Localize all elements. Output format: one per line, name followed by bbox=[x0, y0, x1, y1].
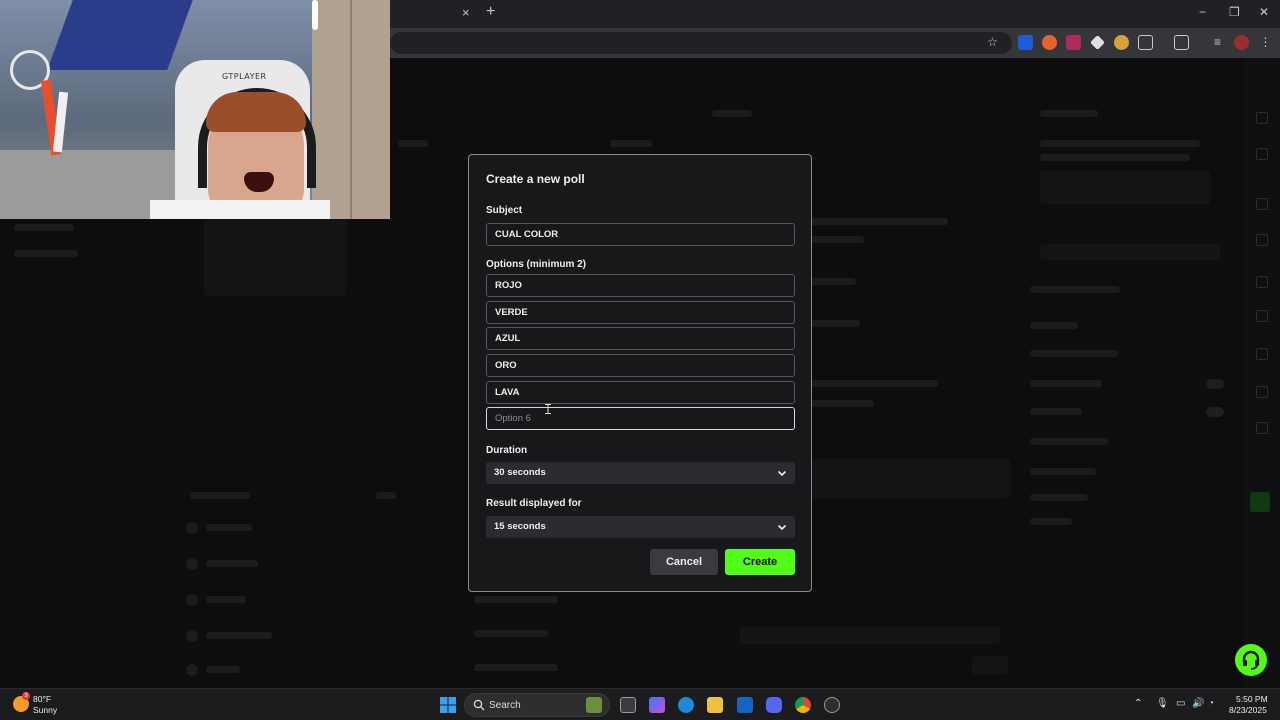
option-input-5[interactable] bbox=[486, 381, 795, 404]
volume-icon[interactable]: 🔊 bbox=[1192, 698, 1204, 709]
option-input-1[interactable] bbox=[486, 274, 795, 297]
duration-label: Duration bbox=[486, 445, 528, 456]
notifications-icon[interactable]: ◔ bbox=[1208, 698, 1214, 709]
create-poll-modal: Create a new poll Subject Options (minim… bbox=[468, 154, 812, 592]
option-input-4[interactable] bbox=[486, 354, 795, 377]
weather-temperature[interactable]: 80°F bbox=[33, 694, 51, 704]
duration-value: 30 seconds bbox=[494, 467, 546, 478]
restore-button[interactable]: ❐ bbox=[1229, 5, 1240, 19]
extension-orange-icon[interactable] bbox=[1042, 35, 1057, 50]
windows-start-icon[interactable] bbox=[440, 697, 456, 713]
side-panel-icon[interactable] bbox=[1174, 35, 1189, 50]
network-icon[interactable]: ▭ bbox=[1176, 698, 1185, 709]
extensions-puzzle-icon[interactable] bbox=[1138, 35, 1153, 50]
browser-menu-icon[interactable]: ⋮ bbox=[1258, 35, 1273, 50]
cancel-button[interactable]: Cancel bbox=[650, 549, 718, 575]
close-window-button[interactable]: ✕ bbox=[1259, 5, 1269, 19]
chair-brand-text: GTPLAYER bbox=[222, 72, 267, 81]
subject-input[interactable] bbox=[486, 223, 795, 246]
option-input-2[interactable] bbox=[486, 301, 795, 324]
extension-game-icon[interactable] bbox=[1066, 35, 1081, 50]
search-icon bbox=[473, 699, 485, 711]
subject-label: Subject bbox=[486, 205, 523, 216]
task-view-icon[interactable] bbox=[620, 697, 636, 713]
windows-taskbar: 3 80°F Sunny Search ⌃ 🎙 ▭ 🔊 ◔ 5:50 PM 8/… bbox=[0, 688, 1280, 720]
bookmark-star-icon[interactable]: ☆ bbox=[985, 35, 1000, 50]
result-duration-select[interactable]: 15 seconds bbox=[486, 516, 795, 538]
stream-preview-thumbnail bbox=[204, 218, 346, 296]
new-tab-button[interactable]: + bbox=[486, 3, 495, 21]
chevron-down-icon bbox=[777, 524, 787, 531]
headset-icon bbox=[1242, 650, 1260, 670]
weather-condition[interactable]: Sunny bbox=[33, 705, 57, 715]
result-duration-value: 15 seconds bbox=[494, 521, 546, 532]
duration-select[interactable]: 30 seconds bbox=[486, 462, 795, 484]
weather-alert-badge: 3 bbox=[22, 692, 30, 700]
microphone-icon[interactable]: 🎙 bbox=[1156, 698, 1169, 709]
profile-avatar[interactable] bbox=[1234, 35, 1249, 50]
search-label: Search bbox=[489, 700, 521, 711]
minimize-button[interactable]: − bbox=[1199, 5, 1206, 19]
webcam-overlay: GTPLAYER bbox=[0, 0, 390, 219]
right-icon-rail bbox=[1244, 58, 1280, 688]
search-highlight-icon bbox=[586, 697, 602, 713]
extension-lock-icon[interactable] bbox=[1114, 35, 1129, 50]
option-input-3[interactable] bbox=[486, 327, 795, 350]
text-cursor-icon bbox=[545, 404, 551, 414]
tray-chevron-up-icon[interactable]: ⌃ bbox=[1134, 698, 1142, 709]
chrome-icon[interactable] bbox=[795, 697, 811, 713]
result-duration-label: Result displayed for bbox=[486, 498, 582, 509]
modal-title: Create a new poll bbox=[486, 172, 585, 186]
file-explorer-icon[interactable] bbox=[707, 697, 723, 713]
sidebar-item-channel bbox=[14, 224, 74, 231]
copilot-icon[interactable] bbox=[649, 697, 665, 713]
extension-tv-icon[interactable] bbox=[1018, 35, 1033, 50]
media-controls-icon[interactable]: ≡ bbox=[1210, 35, 1225, 50]
edge-icon[interactable] bbox=[678, 697, 694, 713]
address-bar[interactable] bbox=[390, 32, 1012, 54]
sidebar-item-settings bbox=[14, 250, 78, 257]
outlook-icon[interactable] bbox=[737, 697, 753, 713]
clock-time[interactable]: 5:50 PM bbox=[1236, 694, 1268, 704]
tab-close-button[interactable]: × bbox=[462, 5, 470, 20]
create-button[interactable]: Create bbox=[725, 549, 795, 575]
options-label: Options (minimum 2) bbox=[486, 259, 586, 270]
extension-diamond-icon[interactable] bbox=[1090, 35, 1105, 50]
option-input-6[interactable] bbox=[486, 407, 795, 430]
discord-icon[interactable] bbox=[766, 697, 782, 713]
clock-date[interactable]: 8/23/2025 bbox=[1229, 705, 1267, 715]
app-gear-icon[interactable] bbox=[824, 697, 840, 713]
chevron-down-icon bbox=[777, 470, 787, 477]
support-chat-button[interactable] bbox=[1235, 644, 1267, 676]
